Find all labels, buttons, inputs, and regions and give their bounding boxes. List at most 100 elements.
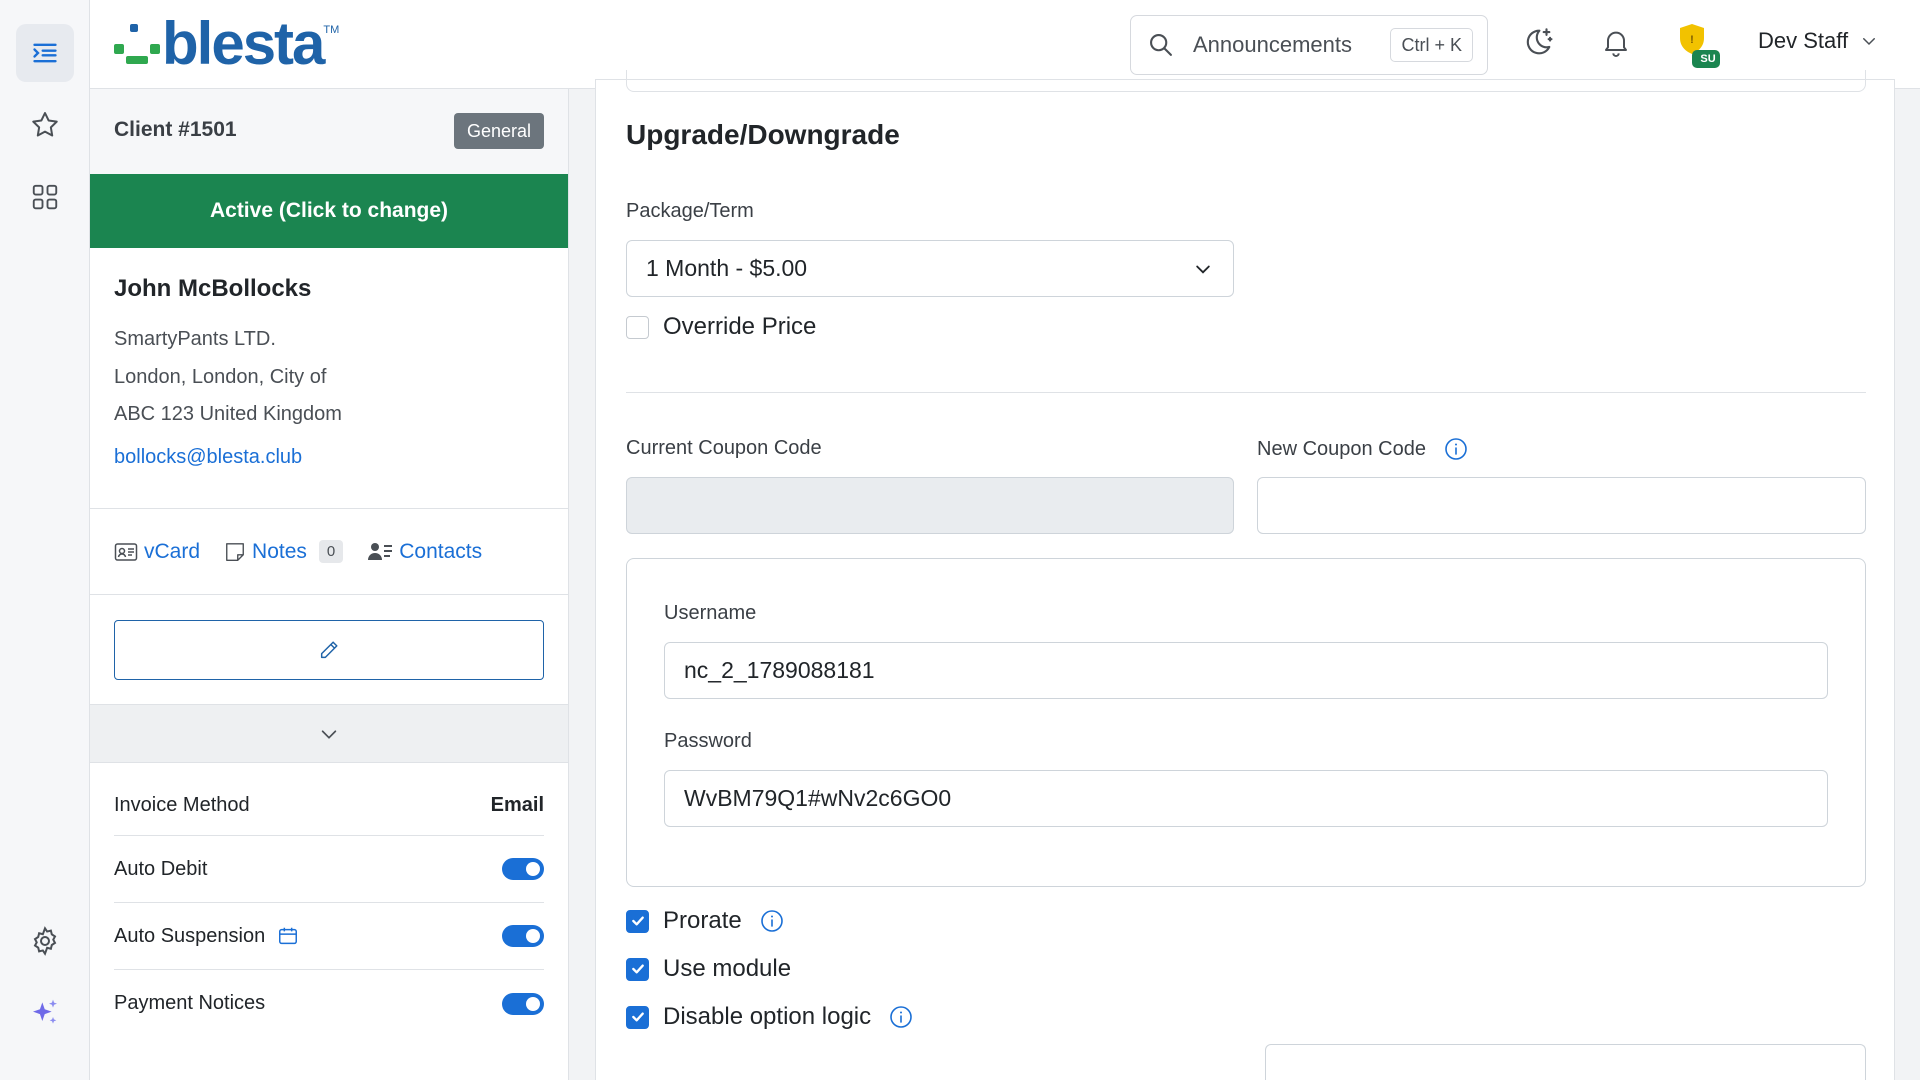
blesta-logo[interactable]: blesta TM xyxy=(112,14,339,74)
bell-icon xyxy=(1605,31,1627,57)
staff-shield[interactable]: ! SU xyxy=(1674,20,1722,72)
module-fields-box: Username nc_2_1789088181 Password WvBM79… xyxy=(626,558,1866,887)
ai-assistant-button[interactable] xyxy=(16,984,74,1042)
edit-section xyxy=(90,595,568,705)
person-lines-icon xyxy=(368,542,393,560)
new-coupon-label-group: New Coupon Code xyxy=(1257,437,1468,461)
notes-count-badge: 0 xyxy=(318,540,344,563)
username-field[interactable]: nc_2_1789088181 xyxy=(664,642,1828,699)
payment-notices-label: Payment Notices xyxy=(114,992,266,1014)
settings-button[interactable] xyxy=(16,912,74,970)
prorate-option: Prorate xyxy=(626,907,784,935)
announcements-search[interactable]: Announcements Ctrl + K xyxy=(1130,15,1488,75)
calendar-icon[interactable] xyxy=(277,925,299,947)
invoice-method-value: Email xyxy=(490,793,544,816)
client-email-link[interactable]: bollocks@blesta.club xyxy=(114,446,544,469)
auto-suspension-toggle[interactable] xyxy=(502,925,544,947)
new-coupon-field[interactable] xyxy=(1257,477,1866,534)
client-contact-info: John McBollocks SmartyPants LTD. London,… xyxy=(90,248,568,509)
search-icon xyxy=(1150,34,1172,56)
vcard-link[interactable]: vCard xyxy=(114,540,200,564)
auto-debit-label: Auto Debit xyxy=(114,857,208,880)
new-coupon-label: New Coupon Code xyxy=(1257,437,1426,460)
disable-option-logic-option: Disable option logic xyxy=(626,1003,913,1031)
username-label: Username xyxy=(664,602,757,624)
next-field-top[interactable] xyxy=(1265,1044,1866,1080)
auto-debit-row: Auto Debit xyxy=(114,836,544,903)
search-label: Announcements xyxy=(1193,32,1352,57)
service-form-card: Upgrade/Downgrade Package/Term 1 Month -… xyxy=(595,70,1895,1080)
previous-field-bottom xyxy=(626,70,1866,92)
client-header: Client #1501 General xyxy=(90,89,568,174)
expand-details-button[interactable] xyxy=(90,705,568,763)
user-menu[interactable]: Dev Staff xyxy=(1758,28,1878,54)
menu-toggle-button[interactable] xyxy=(16,24,74,82)
edit-client-button[interactable] xyxy=(114,620,544,680)
logo-mark-icon xyxy=(114,24,160,64)
logo-trademark: TM xyxy=(323,24,340,36)
invoice-method-row: Invoice Method Email xyxy=(114,775,544,836)
client-group-badge: General xyxy=(453,113,544,149)
contacts-label: Contacts xyxy=(399,539,483,563)
main-content: Upgrade/Downgrade Package/Term 1 Month -… xyxy=(569,70,1920,1080)
logo-wordmark: blesta xyxy=(162,10,325,77)
svg-text:!: ! xyxy=(1690,34,1694,46)
check-icon xyxy=(631,916,644,926)
staff-role-badge: SU xyxy=(1700,53,1716,65)
info-icon[interactable] xyxy=(889,1005,913,1029)
client-company: SmartyPants LTD. xyxy=(114,328,276,350)
invoice-method-label: Invoice Method xyxy=(114,793,250,816)
disable-option-logic-checkbox[interactable] xyxy=(626,1005,649,1029)
client-name: John McBollocks xyxy=(114,275,312,302)
override-price-checkbox[interactable] xyxy=(626,315,649,339)
apps-button[interactable] xyxy=(16,168,74,226)
notifications-button[interactable] xyxy=(1596,22,1636,62)
chevron-down-icon xyxy=(1196,265,1210,274)
password-field[interactable]: WvBM79Q1#wNv2c6GO0 xyxy=(664,770,1828,827)
use-module-label: Use module xyxy=(663,955,792,982)
payment-notices-toggle[interactable] xyxy=(502,992,544,1015)
favorites-button[interactable] xyxy=(16,96,74,154)
package-term-value: 1 Month - $5.00 xyxy=(646,255,808,281)
client-postal: ABC 123 United Kingdom xyxy=(114,403,342,425)
client-status-button[interactable]: Active (Click to change) xyxy=(90,174,568,248)
check-icon xyxy=(631,964,644,974)
icon-rail xyxy=(0,0,90,1080)
current-coupon-field xyxy=(626,477,1234,534)
check-icon xyxy=(631,1012,644,1022)
pencil-icon xyxy=(320,641,338,659)
use-module-option: Use module xyxy=(626,955,791,983)
notes-link[interactable]: Notes 0 xyxy=(224,540,344,564)
auto-suspension-row: Auto Suspension xyxy=(114,903,544,970)
package-term-select[interactable]: 1 Month - $5.00 xyxy=(626,240,1234,297)
section-divider xyxy=(626,392,1866,393)
dark-mode-toggle[interactable] xyxy=(1518,22,1558,62)
prorate-checkbox[interactable] xyxy=(626,909,649,933)
override-price-label: Override Price xyxy=(663,313,817,340)
moon-stars-icon xyxy=(1526,28,1553,55)
client-city: London, London, City of xyxy=(114,365,327,388)
current-coupon-label: Current Coupon Code xyxy=(626,437,822,459)
prorate-label: Prorate xyxy=(663,907,742,934)
section-title: Upgrade/Downgrade xyxy=(626,119,900,150)
grid-icon xyxy=(32,184,58,210)
auto-debit-toggle[interactable] xyxy=(502,858,544,880)
gear-icon xyxy=(33,926,57,956)
client-panel: Client #1501 General Active (Click to ch… xyxy=(90,89,569,1080)
info-icon[interactable] xyxy=(1444,437,1468,461)
sparkles-icon xyxy=(33,999,57,1024)
info-icon[interactable] xyxy=(760,909,784,933)
star-icon xyxy=(32,112,58,137)
client-links: vCard Notes 0 Contacts xyxy=(90,509,568,595)
client-settings-list: Invoice Method Email Auto Debit Auto Sus… xyxy=(90,775,568,1037)
sticky-note-icon xyxy=(226,542,244,561)
user-name: Dev Staff xyxy=(1758,28,1849,53)
use-module-checkbox[interactable] xyxy=(626,957,649,981)
id-card-icon xyxy=(114,542,138,561)
search-shortcut-hint: Ctrl + K xyxy=(1390,28,1473,62)
chevron-down-icon xyxy=(1863,38,1876,46)
contacts-link[interactable]: Contacts xyxy=(367,540,482,564)
menu-indent-icon xyxy=(33,43,57,63)
vcard-label: vCard xyxy=(144,539,201,563)
client-id: Client #1501 xyxy=(114,118,237,141)
